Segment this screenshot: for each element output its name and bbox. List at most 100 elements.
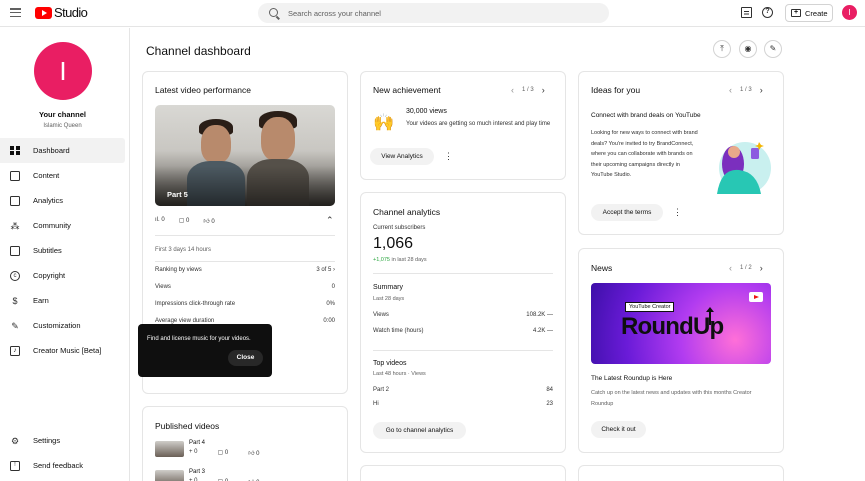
dashboard-card xyxy=(578,465,784,481)
sidebar-item-label: Send feedback xyxy=(33,461,84,470)
chevron-left-icon[interactable]: ‹ xyxy=(729,85,732,95)
go-to-analytics-button[interactable]: Go to channel analytics xyxy=(373,422,466,439)
video-thumbnail[interactable]: Part 5 xyxy=(155,105,335,206)
sidebar-nav: Dashboard Content Analytics ⁂ Community … xyxy=(0,138,125,363)
sidebar-item-feedback[interactable]: ! Send feedback xyxy=(0,453,125,478)
sidebar-item-analytics[interactable]: Analytics xyxy=(0,188,125,213)
collapse-icon[interactable]: ⌃ xyxy=(326,215,334,226)
news-pager: ‹ 1 / 2 › xyxy=(729,263,763,273)
chevron-right-icon[interactable]: › xyxy=(760,85,763,95)
sidebar-item-earn[interactable]: $ Earn xyxy=(0,288,125,313)
arrow-up-icon xyxy=(706,307,714,325)
chevron-left-icon[interactable]: ‹ xyxy=(511,85,514,95)
sidebar-item-dashboard[interactable]: Dashboard xyxy=(0,138,125,163)
more-options-icon[interactable]: ⋮ xyxy=(673,208,682,217)
comments-stat: ▢ 0 xyxy=(217,450,229,456)
comments-icon: ▢ xyxy=(178,218,187,224)
help-icon[interactable]: ? xyxy=(762,7,773,18)
achievement-card: New achievement ‹ 1 / 3 › 🙌 30,000 views… xyxy=(360,71,566,180)
likes-stat: 👍︎ 0 xyxy=(203,219,215,225)
chevron-right-icon: › xyxy=(333,267,335,273)
metric-row: Impressions click-through rate 0% xyxy=(155,301,335,307)
more-options-icon[interactable]: ⋮ xyxy=(444,152,453,161)
ideas-pager: ‹ 1 / 3 › xyxy=(729,85,763,95)
channel-avatar[interactable]: I xyxy=(34,42,92,100)
sidebar-item-label: Customization xyxy=(33,321,81,330)
video-stats: + 0 ▢ 0 👍︎ 0 xyxy=(189,449,259,457)
dashboard-card xyxy=(360,465,566,481)
tooltip-close-button[interactable]: Close xyxy=(228,350,263,366)
check-it-out-button[interactable]: Check it out xyxy=(591,421,646,438)
upload-icon[interactable]: ⤒ xyxy=(713,40,731,58)
sidebar-item-creator-music[interactable]: ♪ Creator Music [Beta] xyxy=(0,338,125,363)
news-image[interactable]: YouTube Creator RoundUp xyxy=(591,283,771,364)
sidebar-item-label: Creator Music [Beta] xyxy=(33,346,102,355)
achievement-pager: ‹ 1 / 3 › xyxy=(511,85,545,95)
news-headline: The Latest Roundup is Here xyxy=(591,375,673,382)
sidebar-item-settings[interactable]: ⚙ Settings xyxy=(0,428,125,453)
top-videos-title: Top videos xyxy=(373,360,407,367)
video-thumbnail[interactable] xyxy=(155,470,184,481)
summary-row: Watch time (hours) 4.2K — xyxy=(373,328,553,334)
creator-music-icon: ♪ xyxy=(10,345,20,356)
subscribers-delta: +1,075 in last 28 days xyxy=(373,257,427,263)
accept-terms-button[interactable]: Accept the terms xyxy=(591,204,663,221)
news-body: Catch up on the latest news and updates … xyxy=(591,390,752,407)
sidebar-item-copyright[interactable]: c Copyright xyxy=(0,263,125,288)
create-video-icon: + xyxy=(791,9,801,17)
video-title[interactable]: Part 3 xyxy=(189,469,205,475)
menu-icon[interactable] xyxy=(10,8,21,18)
news-card: News ‹ 1 / 2 › YouTube Creator RoundUp T… xyxy=(578,248,784,453)
go-live-icon[interactable]: ◉ xyxy=(739,40,757,58)
chevron-right-icon[interactable]: › xyxy=(542,85,545,95)
achievement-body: Your videos are getting so much interest… xyxy=(406,121,551,127)
summary-title: Summary xyxy=(373,284,403,291)
sidebar-item-label: Dashboard xyxy=(33,146,70,155)
copyright-icon: c xyxy=(10,270,20,281)
page-title: Channel dashboard xyxy=(146,44,251,58)
sidebar-item-label: Content xyxy=(33,171,60,180)
sidebar-item-customization[interactable]: ✎ Customization xyxy=(0,313,125,338)
top-video-row[interactable]: Hi 23 xyxy=(373,401,553,407)
sidebar-item-subtitles[interactable]: Subtitles xyxy=(0,238,125,263)
comments-stat: ▢ 0 xyxy=(178,218,190,224)
account-avatar[interactable]: I xyxy=(842,5,857,20)
chevron-right-icon[interactable]: › xyxy=(760,263,763,273)
search-placeholder: Search across your channel xyxy=(288,9,381,18)
subscribers-value: 1,066 xyxy=(373,235,414,252)
video-stats: ıl. 0 ▢ 0 👍︎ 0 xyxy=(155,217,215,225)
sidebar: I Your channel Islamic Queen Dashboard C… xyxy=(0,28,130,481)
content-icon xyxy=(10,170,20,181)
views-stat: + 0 xyxy=(189,449,198,455)
sidebar-item-label: Copyright xyxy=(33,271,66,280)
studio-logo[interactable]: Studio xyxy=(35,5,88,20)
youtube-play-icon xyxy=(749,292,763,302)
search-input[interactable]: Search across your channel xyxy=(258,3,609,23)
card-title: Latest video performance xyxy=(155,85,251,95)
views-stat: ıl. 0 xyxy=(155,217,165,223)
create-button[interactable]: + Create xyxy=(785,4,833,22)
ideas-headline: Connect with brand deals on YouTube xyxy=(591,112,701,119)
likes-icon: 👍︎ xyxy=(248,451,257,457)
metric-row[interactable]: Ranking by views 3 of 5 › xyxy=(155,267,335,273)
video-thumbnail[interactable] xyxy=(155,441,184,457)
top-video-row[interactable]: Part 2 84 xyxy=(373,387,553,393)
logo-text: Studio xyxy=(54,5,88,20)
dashboard-icon xyxy=(10,145,20,156)
top-bar: Studio Search across your channel ? + Cr… xyxy=(0,0,865,27)
sidebar-item-content[interactable]: Content xyxy=(0,163,125,188)
sidebar-item-community[interactable]: ⁂ Community xyxy=(0,213,125,238)
analytics-icon xyxy=(10,195,20,206)
subscribers-label: Current subscribers xyxy=(373,225,426,231)
channel-name: Islamic Queen xyxy=(43,123,82,129)
chevron-left-icon[interactable]: ‹ xyxy=(729,263,732,273)
channel-analytics-card: Channel analytics Current subscribers 1,… xyxy=(360,192,566,453)
card-title: Published videos xyxy=(155,421,220,431)
view-analytics-button[interactable]: View Analytics xyxy=(370,148,434,165)
messages-icon[interactable] xyxy=(741,7,752,18)
ideas-card: Ideas for you ‹ 1 / 3 › Connect with bra… xyxy=(578,71,784,235)
create-post-icon[interactable]: ✎ xyxy=(764,40,782,58)
video-title[interactable]: Part 4 xyxy=(189,440,205,446)
channel-title: Your channel xyxy=(39,110,86,119)
card-title: Ideas for you xyxy=(591,85,641,95)
